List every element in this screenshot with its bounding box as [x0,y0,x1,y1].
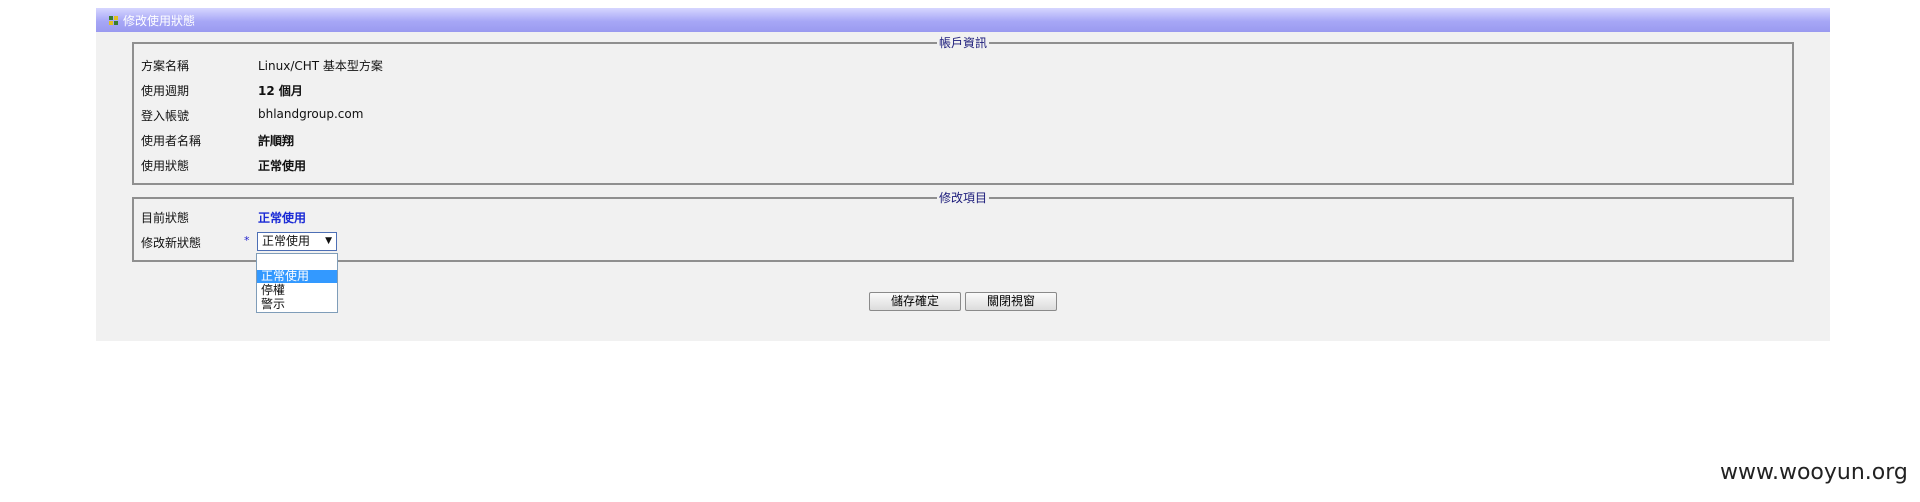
save-button[interactable]: 儲存確定 [869,292,961,311]
dropdown-arrow-icon[interactable]: ▼ [325,233,332,250]
status-options-list: 正常使用 停權 警示 [256,253,338,313]
option-suspended[interactable]: 停權 [257,284,337,297]
user-name-label: 使用者名稱 [141,134,202,148]
usage-period-label: 使用週期 [141,84,190,98]
new-status-label: 修改新狀態 [141,236,202,250]
watermark-text: www.wooyun.org [1720,460,1908,485]
usage-status-label: 使用狀態 [141,159,190,173]
required-mark: * [244,234,250,247]
option-normal[interactable]: 正常使用 [257,270,337,283]
account-info-legend: 帳戶資訊 [938,36,987,50]
close-window-button[interactable]: 關閉視窗 [965,292,1057,311]
current-status-value: 正常使用 [258,211,307,225]
window-icon [109,16,118,25]
login-account-value: bhlandgroup.com [258,107,364,121]
plan-name-label: 方案名稱 [141,59,190,73]
usage-period-value: 12 個月 [258,84,303,98]
title-bar: 修改使用狀態 [96,8,1830,32]
usage-status-value: 正常使用 [258,159,307,173]
current-status-label: 目前狀態 [141,211,190,225]
new-status-select-value: 正常使用 [262,234,311,248]
plan-name-value: Linux/CHT 基本型方案 [258,59,383,73]
login-account-label: 登入帳號 [141,109,190,123]
edit-section-fieldset: 修改項目 [132,191,1794,262]
user-name-value: 許順翔 [258,134,295,148]
new-status-select[interactable]: 正常使用 ▼ [257,232,337,251]
option-warning[interactable]: 警示 [257,298,337,311]
window-title: 修改使用狀態 [123,14,196,28]
edit-section-legend: 修改項目 [938,191,987,205]
